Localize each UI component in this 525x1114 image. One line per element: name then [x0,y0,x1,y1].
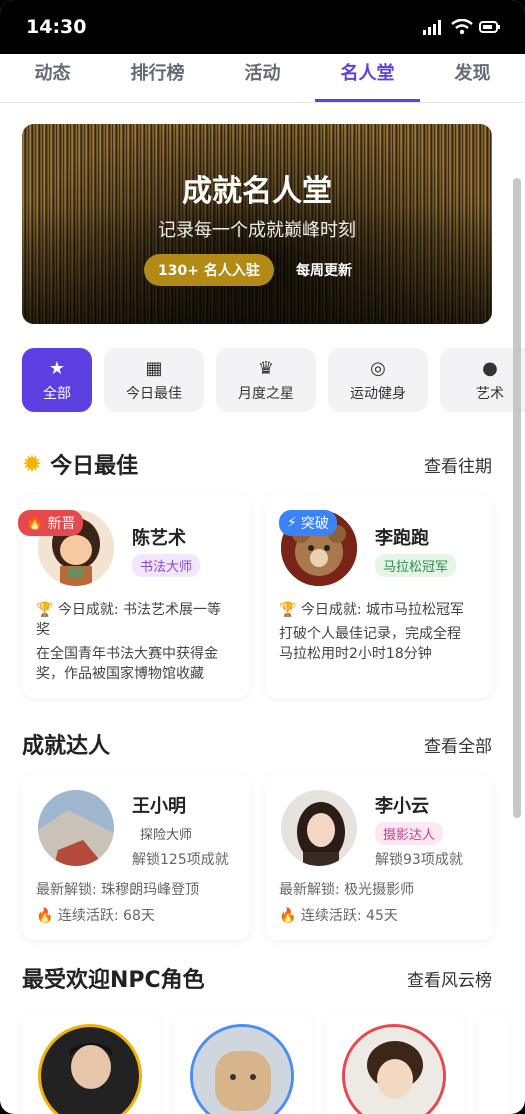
streak-text: 连续活跃: 68天 [57,908,155,924]
title-tag: 书法大师 [132,554,201,577]
fire-icon: 🔥 [279,908,297,924]
category-label: 今日最佳 [126,385,182,402]
fire-icon: 🔥 [36,908,54,924]
today-best-card[interactable]: 🔥 新晋 陈艺术 书法大师 🏆 今日成就: 书法艺术展一等奖 在全国青年书法大赛中… [18,494,250,698]
achievement-line: 🏆 今日成就: 城市马拉松冠军 [279,600,485,620]
description: 打破个人最佳记录，完成全程 马拉松用时2小时18分钟 [279,624,485,664]
experts-header: 成就达人 查看全部 [22,728,492,760]
latest-unlock: 最新解锁: 极光摄影师 [279,882,415,898]
category-today-best[interactable]: ▦ 今日最佳 [104,348,204,412]
tab-activity[interactable]: 活动 [210,54,315,102]
phone-screen: 14:30 动态 排行榜 活动 名人堂 发现 成就名人堂 记录每一个成就巅峰时刻… [0,0,525,1114]
category-filter: ★ 全部 ▦ 今日最佳 ♛ 月度之星 ◎ 运动健身 ● 艺术 [22,348,525,412]
wifi-icon [451,19,473,35]
hall-of-fame-banner[interactable]: 成就名人堂 记录每一个成就巅峰时刻 130+ 名人入驻 每周更新 [22,124,492,324]
section-title-text: 今日最佳 [50,454,139,479]
avatar [36,788,116,868]
lightning-icon: ⚡ [287,515,297,531]
top-tabs: 动态 排行榜 活动 名人堂 发现 [0,54,525,103]
calendar-icon: ▦ [145,357,163,379]
signal-icon [423,20,441,35]
section-title: 最受欢迎NPC角色 [22,968,205,993]
unlocked-count: 解锁125项成就 [132,852,229,868]
section-title: 成就达人 [22,734,111,759]
medal-icon: ◎ [370,357,386,379]
section-title: ✹ 今日最佳 [22,448,138,480]
badge-label: 新晋 [47,516,76,532]
desc-line: 奖，作品被国家博物馆收藏 [36,666,204,682]
today-best-header: ✹ 今日最佳 查看往期 [22,448,492,480]
person-name: 李小云 [375,796,429,817]
expert-card[interactable]: 王小明 探险大师 解锁125项成就 最新解锁: 珠穆朗玛峰登顶 🔥 连续活跃: … [22,774,250,940]
status-icons [423,19,501,35]
category-sports[interactable]: ◎ 运动健身 [328,348,428,412]
npc-avatar [190,1024,294,1114]
title-tag: 马拉松冠军 [375,554,457,577]
category-label: 运动健身 [350,385,406,402]
weekly-update-label: 每周更新 [296,263,352,279]
person-name: 陈艺术 [132,528,186,549]
view-leaderboard-link[interactable]: 查看风云榜 [407,966,492,991]
npc-card[interactable] [326,1012,464,1114]
vertical-scrollbar[interactable] [513,178,521,818]
desc-line: 打破个人最佳记录，完成全程 [279,626,461,642]
trophy-icon: 🏆 [279,602,297,618]
avatar [279,788,359,868]
streak-line: 🔥 连续活跃: 45天 [279,906,398,926]
npc-avatar [38,1024,142,1114]
title-tag: 摄影达人 [375,822,444,845]
desc-line: 在全国青年书法大赛中获得金 [36,646,218,662]
streak-text: 连续活跃: 45天 [300,908,398,924]
trophy-icon: 🏆 [36,602,54,618]
achievement-text: 今日成就: 城市马拉松冠军 [300,602,465,618]
category-all[interactable]: ★ 全部 [22,348,92,412]
status-bar: 14:30 [0,0,525,54]
achievement-text: 今日成就: 书法艺术展一等 [57,602,222,618]
person-name: 王小明 [132,796,186,817]
badge-label: 突破 [300,516,329,532]
streak-line: 🔥 连续活跃: 68天 [36,906,155,926]
category-label: 月度之星 [238,385,294,402]
npc-card[interactable] [22,1012,160,1114]
npc-card[interactable] [478,1012,508,1114]
palette-icon: ● [482,357,498,379]
description: 在全国青年书法大赛中获得金 奖，作品被国家博物馆收藏 [36,644,242,684]
breakthrough-badge: ⚡ 突破 [279,510,337,536]
tab-discover[interactable]: 发现 [420,54,525,102]
person-name: 李跑跑 [375,528,429,549]
expert-card[interactable]: 李小云 摄影达人 解锁93项成就 最新解锁: 极光摄影师 🔥 连续活跃: 45天 [265,774,493,940]
content-area: 成就名人堂 记录每一个成就巅峰时刻 130+ 名人入驻 每周更新 ★ 全部 ▦ … [0,102,525,1114]
view-past-link[interactable]: 查看往期 [424,452,492,477]
view-all-link[interactable]: 查看全部 [424,732,492,757]
category-monthly-star[interactable]: ♛ 月度之星 [216,348,316,412]
today-best-card[interactable]: ⚡ 突破 李跑跑 马拉松冠军 🏆 今日成就: 城市马拉松冠军 打破个人最佳记录，完… [265,494,493,698]
unlocked-count: 解锁93项成就 [375,852,463,868]
battery-icon [479,21,500,33]
tab-hall-of-fame[interactable]: 名人堂 [315,54,420,102]
npc-card[interactable] [174,1012,312,1114]
fire-icon: 🔥 [26,515,44,531]
banner-subtitle: 记录每一个成就巅峰时刻 [158,220,356,241]
category-label: 艺术 [476,385,504,402]
sun-icon: ✹ [22,450,43,478]
banner-title: 成就名人堂 [182,174,332,209]
new-badge: 🔥 新晋 [18,510,84,536]
npc-header: 最受欢迎NPC角色 查看风云榜 [22,962,492,994]
star-icon: ★ [48,357,66,379]
achievement-text-cont: 奖 [36,622,50,638]
tab-ranking[interactable]: 排行榜 [105,54,210,102]
status-time: 14:30 [26,16,87,38]
desc-line: 马拉松用时2小时18分钟 [279,646,432,662]
crown-icon: ♛ [257,357,275,379]
title-tag: 探险大师 [140,828,193,843]
achievement-line: 🏆 今日成就: 书法艺术展一等奖 [36,600,242,640]
category-label: 全部 [43,385,71,402]
npc-avatar [342,1024,446,1114]
latest-unlock: 最新解锁: 珠穆朗玛峰登顶 [36,882,200,898]
member-count-pill: 130+ 名人入驻 [144,254,274,286]
tab-feed[interactable]: 动态 [0,54,105,102]
